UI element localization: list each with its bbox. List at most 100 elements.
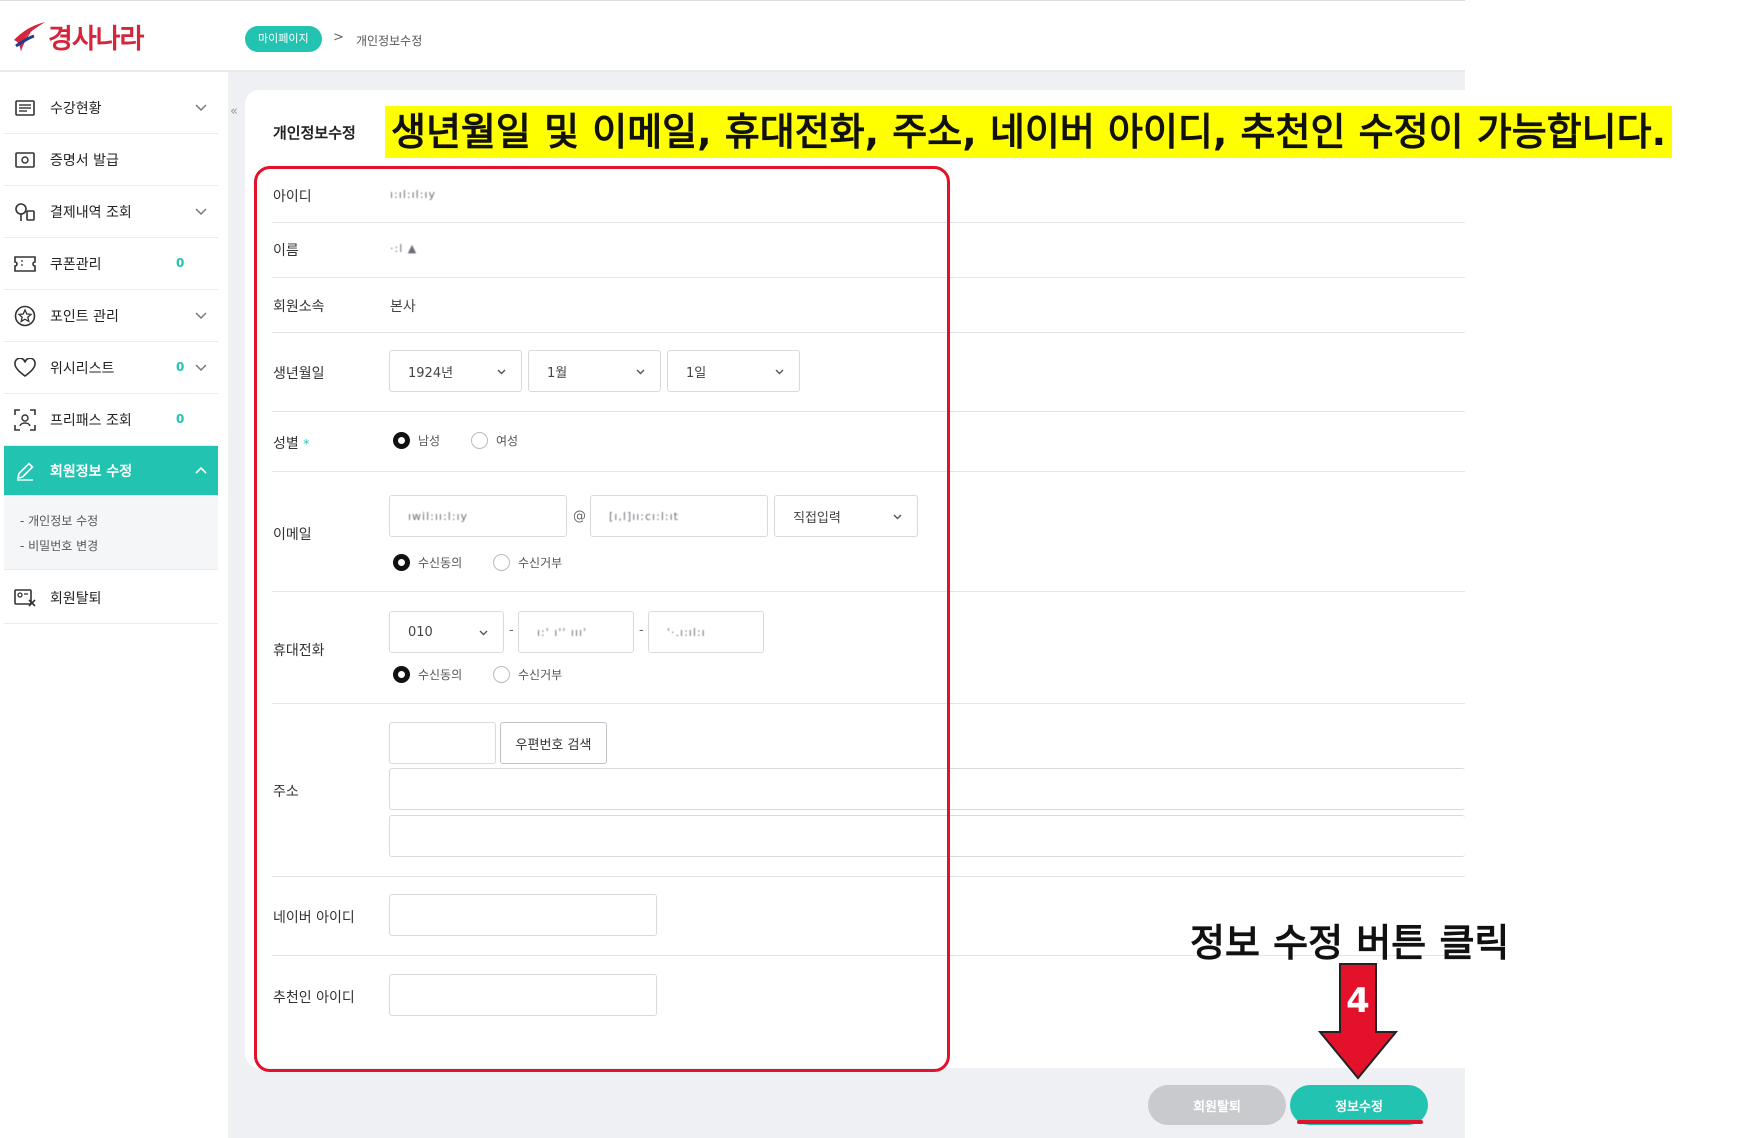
sidebar-item-label: 회원탈퇴 [50,590,102,607]
sidebar-item-point[interactable]: 포인트 관리 [4,290,218,342]
logo-bird-icon [12,18,46,54]
chevron-down-icon [195,312,207,320]
affiliation-label: 회원소속 [273,299,325,315]
naver-id-label: 네이버 아이디 [273,910,355,926]
chevron-down-icon [893,514,902,520]
chevron-down-icon [195,208,207,216]
phone-middle-input[interactable]: ı:' ı'' ııı' [518,611,634,653]
id-value: ı:ıl:ıl:ıy [390,188,436,201]
sidebar-item-coupon[interactable]: 쿠폰관리 0 [4,238,218,290]
sidebar-item-label: 프리패스 조회 [50,412,132,429]
gender-label: 성별 * [273,433,309,453]
phone-prefix-select[interactable]: 010 [389,611,504,653]
phone-last-input[interactable]: '·.ı:ıl:ı [648,611,764,653]
phone-consent-agree-radio[interactable]: 수신동의 [393,666,462,683]
sidebar-submenu: - 개인정보 수정 - 비밀번호 변경 [4,496,218,570]
email-domain-select-value: 직접입력 [793,510,841,526]
sidebar-item-label: 회원정보 수정 [50,463,133,480]
radio-label: 여성 [496,434,519,448]
coupon-icon [14,253,36,275]
submenu-personal-info[interactable]: - 개인정보 수정 [20,512,98,529]
point-icon [14,305,36,327]
chevron-down-icon [775,369,784,375]
withdraw-icon [14,587,36,609]
radio-selected-icon [393,666,410,683]
radio-label: 수신동의 [418,556,463,570]
sidebar-item-member-info[interactable]: 회원정보 수정 [4,446,218,496]
id-label: 아이디 [273,189,312,205]
sidebar-collapse-icon[interactable]: « [230,104,238,119]
site-logo[interactable]: 경사나라 [12,15,144,57]
sidebar-item-label: 수강현황 [50,100,102,117]
sidebar-item-freepass[interactable]: 프리패스 조회 0 [4,394,218,446]
affiliation-value: 본사 [390,299,416,315]
row-divider [272,332,1465,333]
radio-label: 수신거부 [518,668,563,682]
address-line1-input[interactable] [389,768,1465,810]
submenu-password-change[interactable]: - 비밀번호 변경 [20,537,98,554]
wishlist-count: 0 [176,360,185,374]
gender-male-radio[interactable]: 남성 [393,432,440,449]
row-divider [272,471,1465,472]
email-at-sign: @ [573,509,586,524]
gender-female-radio[interactable]: 여성 [471,432,518,449]
payment-icon [14,201,36,223]
name-label: 이름 [273,243,299,259]
birth-month-select[interactable]: 1월 [528,350,661,392]
sidebar-item-wishlist[interactable]: 위시리스트 0 [4,342,218,394]
sidebar-item-certificate[interactable]: 증명서 발급 [4,134,218,186]
page-title: 개인정보수정 [273,124,356,142]
logo-text: 경사나라 [48,23,144,55]
certificate-icon [14,149,36,171]
zipcode-input[interactable] [389,722,496,764]
radio-unselected-icon [493,666,510,683]
address-label: 주소 [273,784,299,800]
sidebar-item-payment[interactable]: 결제내역 조회 [4,186,218,238]
step-arrow-icon: 4 [1318,963,1398,1080]
phone-dash: - [639,623,644,638]
birth-year-value: 1924년 [408,365,454,381]
sidebar-item-label: 증명서 발급 [50,152,119,169]
list-icon [14,97,36,119]
naver-id-input[interactable] [389,894,657,936]
button-underline-marker [1297,1120,1423,1124]
address-line2-input[interactable] [389,815,1465,857]
chevron-down-icon [479,630,488,636]
row-divider [272,591,1465,592]
heart-icon [14,357,36,379]
referrer-id-label: 추천인 아이디 [273,990,355,1006]
gender-label-text: 성별 [273,436,299,452]
radio-unselected-icon [471,432,488,449]
top-header: 경사나라 마이페이지 > 개인정보수정 [0,0,1465,72]
radio-unselected-icon [493,554,510,571]
instruction-note: 정보 수정 버튼 클릭 [1190,921,1510,965]
sidebar-item-withdraw[interactable]: 회원탈퇴 [4,572,218,624]
referrer-id-input[interactable] [389,974,657,1016]
phone-prefix-value: 010 [408,624,433,640]
freepass-icon [14,408,36,431]
email-consent-agree-radio[interactable]: 수신동의 [393,554,462,571]
sidebar-item-label: 포인트 관리 [50,308,119,325]
required-mark: * [303,437,310,451]
row-divider [272,703,1465,704]
step-number: 4 [1346,981,1370,1021]
sidebar-item-course-status[interactable]: 수강현황 [4,82,218,134]
pencil-icon [14,460,36,482]
radio-selected-icon [393,554,410,571]
chevron-up-icon [195,466,207,474]
breadcrumb-home[interactable]: 마이페이지 [245,26,322,52]
row-divider [272,876,1465,877]
email-local-input[interactable]: ıwil:ıı:l:ıy [389,495,567,537]
radio-label: 수신거부 [518,556,563,570]
birth-day-select[interactable]: 1일 [667,350,800,392]
email-domain-input[interactable]: [ı,l]ıı:cı:l:ıt [590,495,768,537]
withdraw-button[interactable]: 회원탈퇴 [1148,1085,1286,1125]
phone-consent-reject-radio[interactable]: 수신거부 [493,666,562,683]
radio-label: 남성 [418,434,441,448]
email-consent-reject-radio[interactable]: 수신거부 [493,554,562,571]
zipcode-search-button[interactable]: 우편번호 검색 [500,722,607,764]
birth-year-select[interactable]: 1924년 [389,350,522,392]
row-divider [272,222,1465,223]
email-domain-select[interactable]: 직접입력 [774,495,918,537]
submit-info-button[interactable]: 정보수정 [1290,1085,1428,1125]
